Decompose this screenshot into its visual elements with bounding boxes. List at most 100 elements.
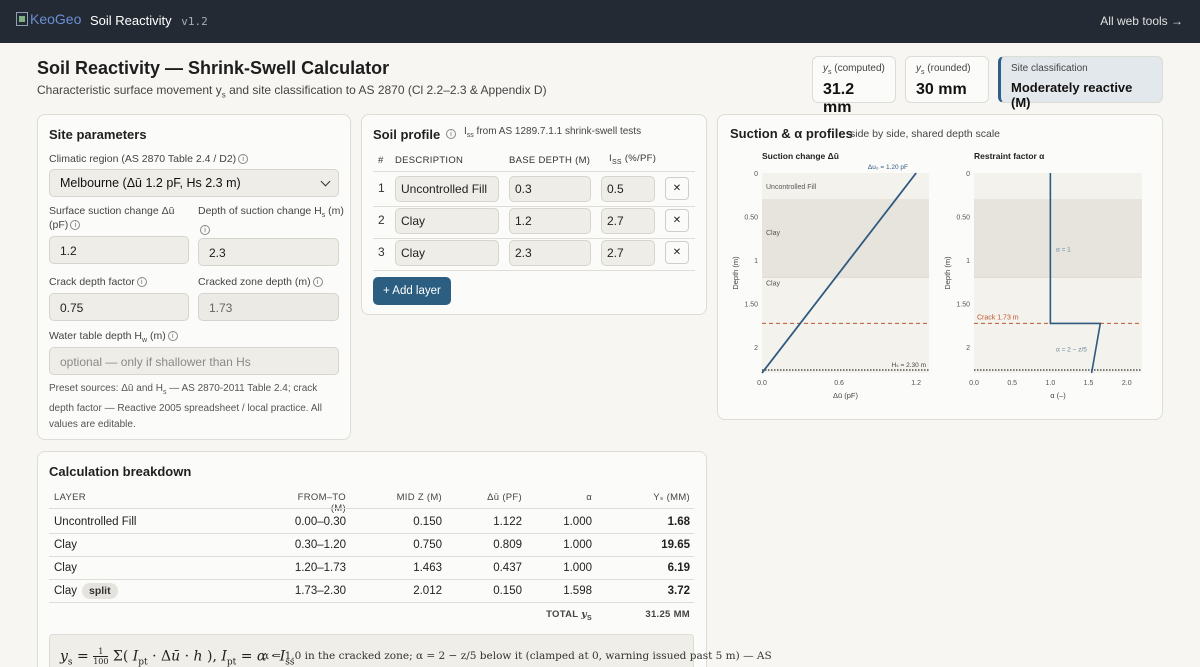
formula-note: α = 1.0 in the cracked zone; α = 2 − z/5… <box>262 650 772 662</box>
app-version: v1.2 <box>181 15 208 28</box>
soil-profile-subtitle-text: from AS 1289.7.1.1 shrink-swell tests <box>473 126 642 137</box>
suction-label-b: (pF) <box>49 219 69 231</box>
breakdown-ys-cell: 3.72 <box>667 585 690 597</box>
base-depth-input[interactable]: 0.3 <box>509 176 591 202</box>
water-table-label: Water table depth Hw (m) i <box>49 329 178 348</box>
layer-description-input[interactable]: Uncontrolled Fill <box>395 176 499 202</box>
water-table-input[interactable]: optional — only if shallower than Hs <box>49 347 339 375</box>
hs-annotation: Hₛ = 2.30 m <box>892 362 926 369</box>
layer-description-input[interactable]: Clay <box>395 208 499 234</box>
layer-label: Clay <box>766 230 781 237</box>
climatic-region-select[interactable]: Melbourne (Δū 1.2 pF, Hs 2.3 m) <box>49 169 339 197</box>
note-line-1b: — AS 2870-2011 Table 2.4; crack <box>166 383 318 394</box>
page-title: Soil Reactivity — Shrink-Swell Calculato… <box>37 58 390 78</box>
alpha-depth-tick: 1 <box>966 258 970 265</box>
suction-x-tick: 0.6 <box>834 380 844 387</box>
layer-description-input[interactable]: Clay <box>395 240 499 266</box>
site-parameters-card: Site parameters Climatic region (AS 2870… <box>37 114 351 440</box>
logo[interactable]: KeoGeo <box>16 11 81 27</box>
breakdown-fromto-cell: 1.73–2.30 <box>294 585 346 597</box>
profiles-chart: 00.5011.5020.0 0.6 1.2Δū (pF)Depth (m)Suct… <box>731 151 1142 400</box>
col-base-depth-header: BASE DEPTH (M) <box>509 155 591 166</box>
all-web-tools-link[interactable]: All web tools → <box>1100 14 1183 28</box>
info-icon[interactable]: i <box>70 220 81 231</box>
row-divider <box>373 206 695 207</box>
info-icon[interactable]: i <box>167 331 178 342</box>
water-label-text: Water table depth H <box>49 330 142 342</box>
breakdown-alpha-cell: 1.000 <box>563 516 592 528</box>
row-number: 1 <box>378 181 385 195</box>
top-bar: KeoGeo Soil Reactivity v1.2 All web tool… <box>0 0 1200 43</box>
breakdown-alpha-cell: 1.000 <box>563 562 592 574</box>
crack-depth-factor-input[interactable]: 0.75 <box>49 293 189 321</box>
suction-x-tick: 0.0 <box>757 380 767 387</box>
breakdown-alpha-cell: 1.598 <box>563 585 592 597</box>
suction-y-axis-label: Depth (m) <box>731 256 740 290</box>
row-number: 3 <box>378 245 385 259</box>
alpha-x-axis-label: α (–) <box>1050 391 1066 400</box>
row-divider <box>49 579 694 580</box>
cracked-label-text: Cracked zone depth (m) <box>198 276 311 288</box>
climatic-region-label-text: Climatic region (AS 2870 Table 2.4 / D2) <box>49 153 237 165</box>
col-fromto-header: FROM–TO (M) <box>297 492 346 514</box>
base-depth-input[interactable]: 1.2 <box>509 208 591 234</box>
suction-panel-title: Suction change Δū <box>762 151 839 161</box>
iss-input[interactable]: 2.7 <box>601 208 655 234</box>
breakdown-du-cell: 0.437 <box>493 562 522 574</box>
row-divider <box>49 602 694 603</box>
row-divider <box>49 533 694 534</box>
header-divider <box>49 508 694 509</box>
breakdown-layer-cell: Clay split <box>54 583 118 599</box>
iss-input[interactable]: 0.5 <box>601 176 655 202</box>
alpha1-annotation: α = 1 <box>1056 247 1071 254</box>
alpha-depth-tick: 0.50 <box>956 214 970 221</box>
suction-depth-tick: 1.50 <box>744 301 758 308</box>
row-number: 2 <box>378 213 385 227</box>
col-iss-header: ISS (%/PF) <box>609 153 657 166</box>
ys-rounded-label: (rounded) <box>927 63 971 74</box>
remove-layer-button[interactable]: ✕ <box>665 177 689 200</box>
crack-annotation: Crack 1.73 m <box>977 314 1019 321</box>
alpha-panel-title: Restraint factor α <box>974 151 1045 161</box>
ys-rounded-value: 30 mm <box>916 81 967 98</box>
breakdown-fromto-cell: 0.30–1.20 <box>294 539 346 551</box>
alpha-depth-tick: 1.50 <box>956 301 970 308</box>
site-classification-value: Moderately reactive (M) <box>1011 80 1133 110</box>
depth-label-text: Depth of suction change H <box>198 205 322 217</box>
profiles-card: Suction & α profiles side by side, share… <box>717 114 1163 420</box>
suction-depth-input[interactable]: 2.3 <box>198 238 339 266</box>
total-label: TOTAL yS <box>546 609 592 622</box>
info-icon[interactable]: i <box>238 154 249 165</box>
page-subtitle: Characteristic surface movement ys and s… <box>37 83 547 99</box>
app-name[interactable]: Soil Reactivity v1.2 <box>90 13 208 28</box>
crack-depth-factor-label: Crack depth factor i <box>49 275 147 289</box>
layer-label: Uncontrolled Fill <box>766 184 817 191</box>
info-icon[interactable]: i <box>200 225 210 236</box>
iss-input[interactable]: 2.7 <box>601 240 655 266</box>
app-title: Soil Reactivity <box>90 13 172 28</box>
total-value: 31.25 MM <box>645 609 690 620</box>
climatic-region-label: Climatic region (AS 2870 Table 2.4 / D2)… <box>49 152 249 166</box>
remove-layer-button[interactable]: ✕ <box>665 241 689 264</box>
soil-profile-title: Soil profile <box>373 127 441 142</box>
delta-u0-annotation: Δu₀ = 1.20 pF <box>868 164 908 171</box>
alpha-depth-tick: 0 <box>966 171 970 178</box>
breakdown-layer-cell: Clay <box>54 562 78 574</box>
info-icon[interactable]: i <box>136 277 147 288</box>
subtitle-post: and site classification to AS 2870 (Cl 2… <box>225 83 547 97</box>
alpha-x-tick: 1.0 <box>1045 380 1055 387</box>
add-layer-button[interactable]: + Add layer <box>373 277 451 305</box>
info-icon[interactable]: i <box>312 277 323 288</box>
breakdown-fromto-cell: 0.00–0.30 <box>294 516 346 528</box>
base-depth-input[interactable]: 2.3 <box>509 240 591 266</box>
info-icon[interactable]: i <box>446 129 456 139</box>
ys-computed-value: 31.2 mm <box>823 81 855 116</box>
alpha-x-tick: 0.5 <box>1007 380 1017 387</box>
suction-change-input[interactable]: 1.2 <box>49 236 189 264</box>
alpha-x-tick: 2.0 <box>1122 380 1132 387</box>
remove-layer-button[interactable]: ✕ <box>665 209 689 232</box>
alpha2-annotation: α = 2 − z/5 <box>1056 347 1087 354</box>
ys-computed-label: (computed) <box>834 63 885 74</box>
suction-change-label: Surface suction change Δū (pF) i <box>49 204 189 232</box>
col-ys-header: Yₛ (MM) <box>653 492 690 503</box>
